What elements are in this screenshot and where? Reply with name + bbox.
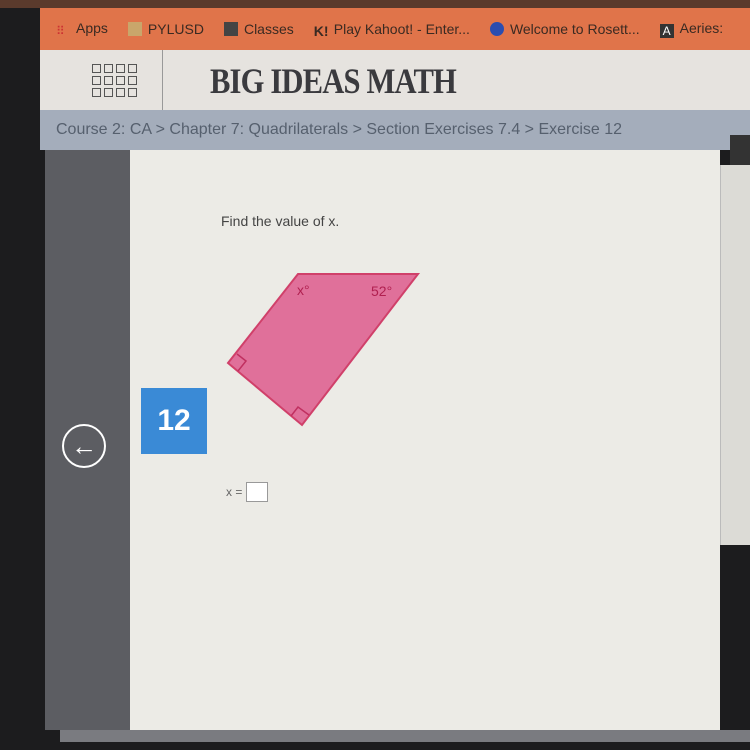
answer-input[interactable] — [246, 482, 269, 502]
horizontal-scrollbar[interactable] — [60, 730, 750, 742]
answer-label: x = — [226, 485, 243, 499]
right-panel — [720, 165, 750, 545]
folder-icon — [127, 22, 142, 36]
bookmark-kahoot[interactable]: K! Play Kahoot! - Enter... — [313, 21, 470, 39]
apps-grid-icon: ⠿ — [56, 24, 65, 38]
back-arrow-button[interactable]: ← — [62, 424, 106, 468]
logo[interactable]: BIG IDEAS MATH — [210, 60, 457, 102]
breadcrumb[interactable]: Course 2: CA > Chapter 7: Quadrilaterals… — [40, 110, 750, 150]
bookmark-aeries[interactable]: A Aeries: — [659, 20, 723, 38]
bookmark-pylusd[interactable]: PYLUSD — [127, 21, 204, 37]
monitor-bezel — [0, 0, 750, 8]
divider — [162, 50, 163, 110]
question-text: Find the value of x. — [221, 213, 340, 229]
angle-x-label: x° — [297, 282, 310, 298]
quadrilateral-figure: x° 52° — [226, 273, 421, 427]
right-panel-header — [730, 135, 750, 165]
aeries-icon: A — [659, 24, 674, 38]
bookmark-classes[interactable]: Classes — [223, 21, 294, 37]
kahoot-icon: K! — [313, 23, 329, 39]
menu-grid-icon[interactable] — [92, 64, 137, 97]
exercise-number-badge: 12 — [141, 388, 207, 454]
answer-row: x = — [226, 482, 269, 502]
rosetta-icon — [489, 22, 504, 36]
arrow-left-icon: ← — [71, 430, 97, 461]
site-header: BIG IDEAS MATH — [40, 50, 750, 110]
bookmark-rosetta[interactable]: Welcome to Rosett... — [489, 21, 640, 37]
bookmarks-bar: ⠿ Apps PYLUSD Classes K! Play Kahoot! - En… — [40, 8, 750, 50]
exercise-panel — [130, 150, 720, 730]
bookmark-apps[interactable]: ⠿ Apps — [56, 20, 108, 38]
classes-icon — [223, 22, 238, 36]
angle-52-label: 52° — [371, 283, 392, 299]
